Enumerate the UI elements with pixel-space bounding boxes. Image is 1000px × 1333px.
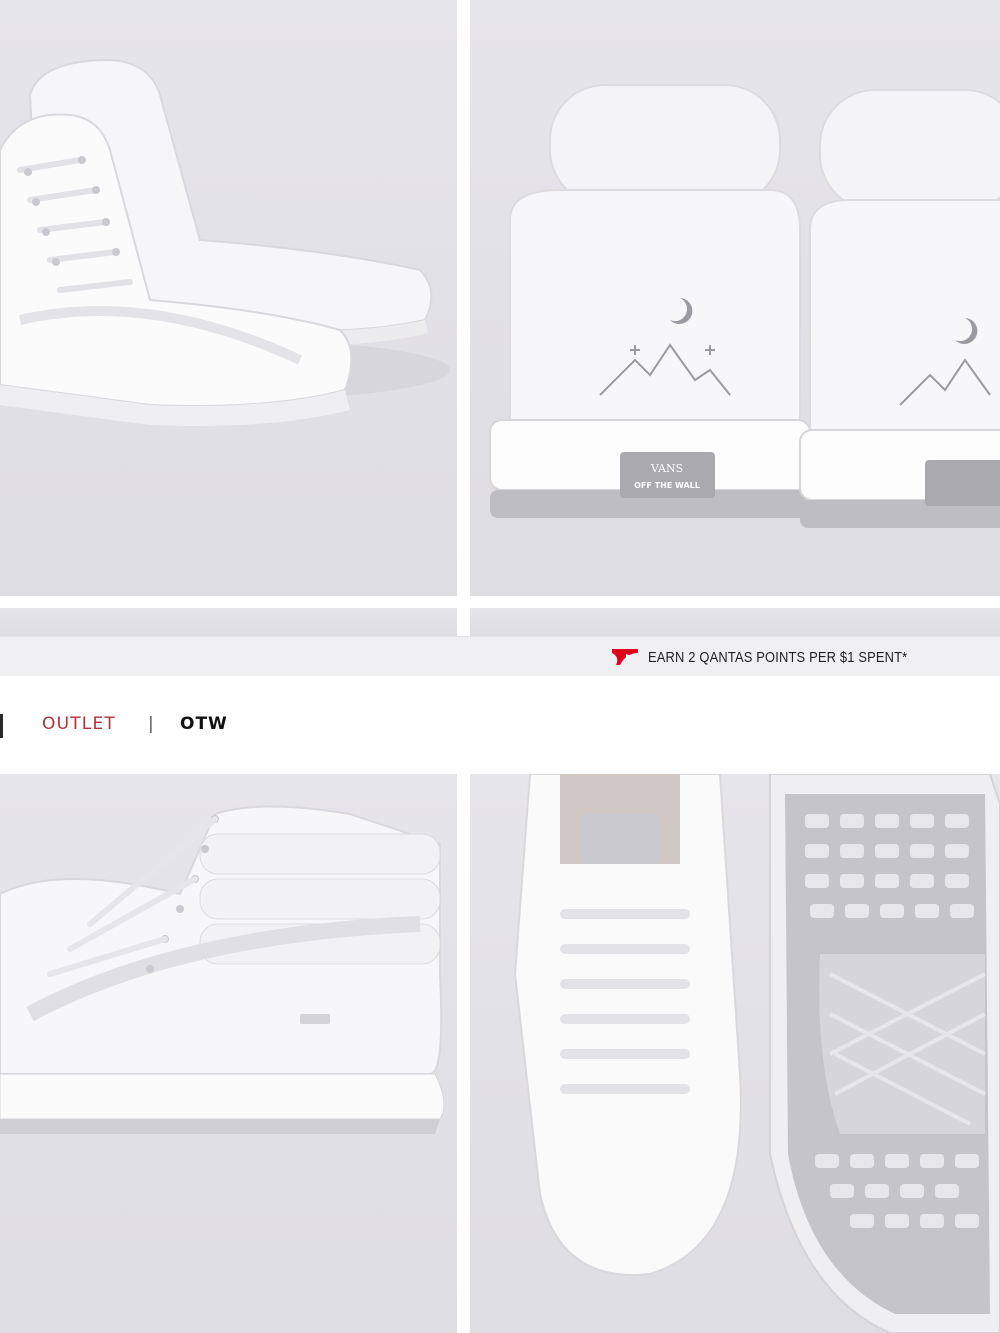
promo-bar: EARN 2 QANTAS POINTS PER $1 SPENT* xyxy=(0,636,1000,678)
product-image-3[interactable] xyxy=(0,774,457,1333)
qantas-kangaroo-icon xyxy=(612,649,639,665)
heel-logo-text-1: VANS xyxy=(650,462,683,475)
sneaker-side-illustration xyxy=(0,805,445,1134)
promo-content[interactable]: EARN 2 QANTAS POINTS PER $1 SPENT* xyxy=(612,637,950,677)
sneaker-top-and-outsole-illustration xyxy=(513,774,1000,1333)
secondary-nav: OUTLET | OTW xyxy=(0,676,1000,774)
product-image-2[interactable]: VANS OFF THE WALL xyxy=(470,0,1000,596)
promo-text: EARN 2 QANTAS POINTS PER $1 SPENT* xyxy=(648,648,908,666)
product-image-5-partial xyxy=(0,608,457,636)
sneaker-pair-illustration xyxy=(0,58,450,426)
product-image-4[interactable] xyxy=(470,774,1000,1333)
heel-logo-text-2: OFF THE WALL xyxy=(634,481,700,490)
nav-separator: | xyxy=(148,714,154,734)
nav-left-edge xyxy=(0,714,3,738)
product-image-6-partial xyxy=(470,608,1000,636)
nav-item-outlet[interactable]: OUTLET xyxy=(42,714,116,734)
sneaker-heel-illustration: VANS OFF THE WALL xyxy=(489,84,1000,528)
nav-item-otw[interactable]: OTW xyxy=(180,714,228,734)
product-image-1[interactable] xyxy=(0,0,457,596)
